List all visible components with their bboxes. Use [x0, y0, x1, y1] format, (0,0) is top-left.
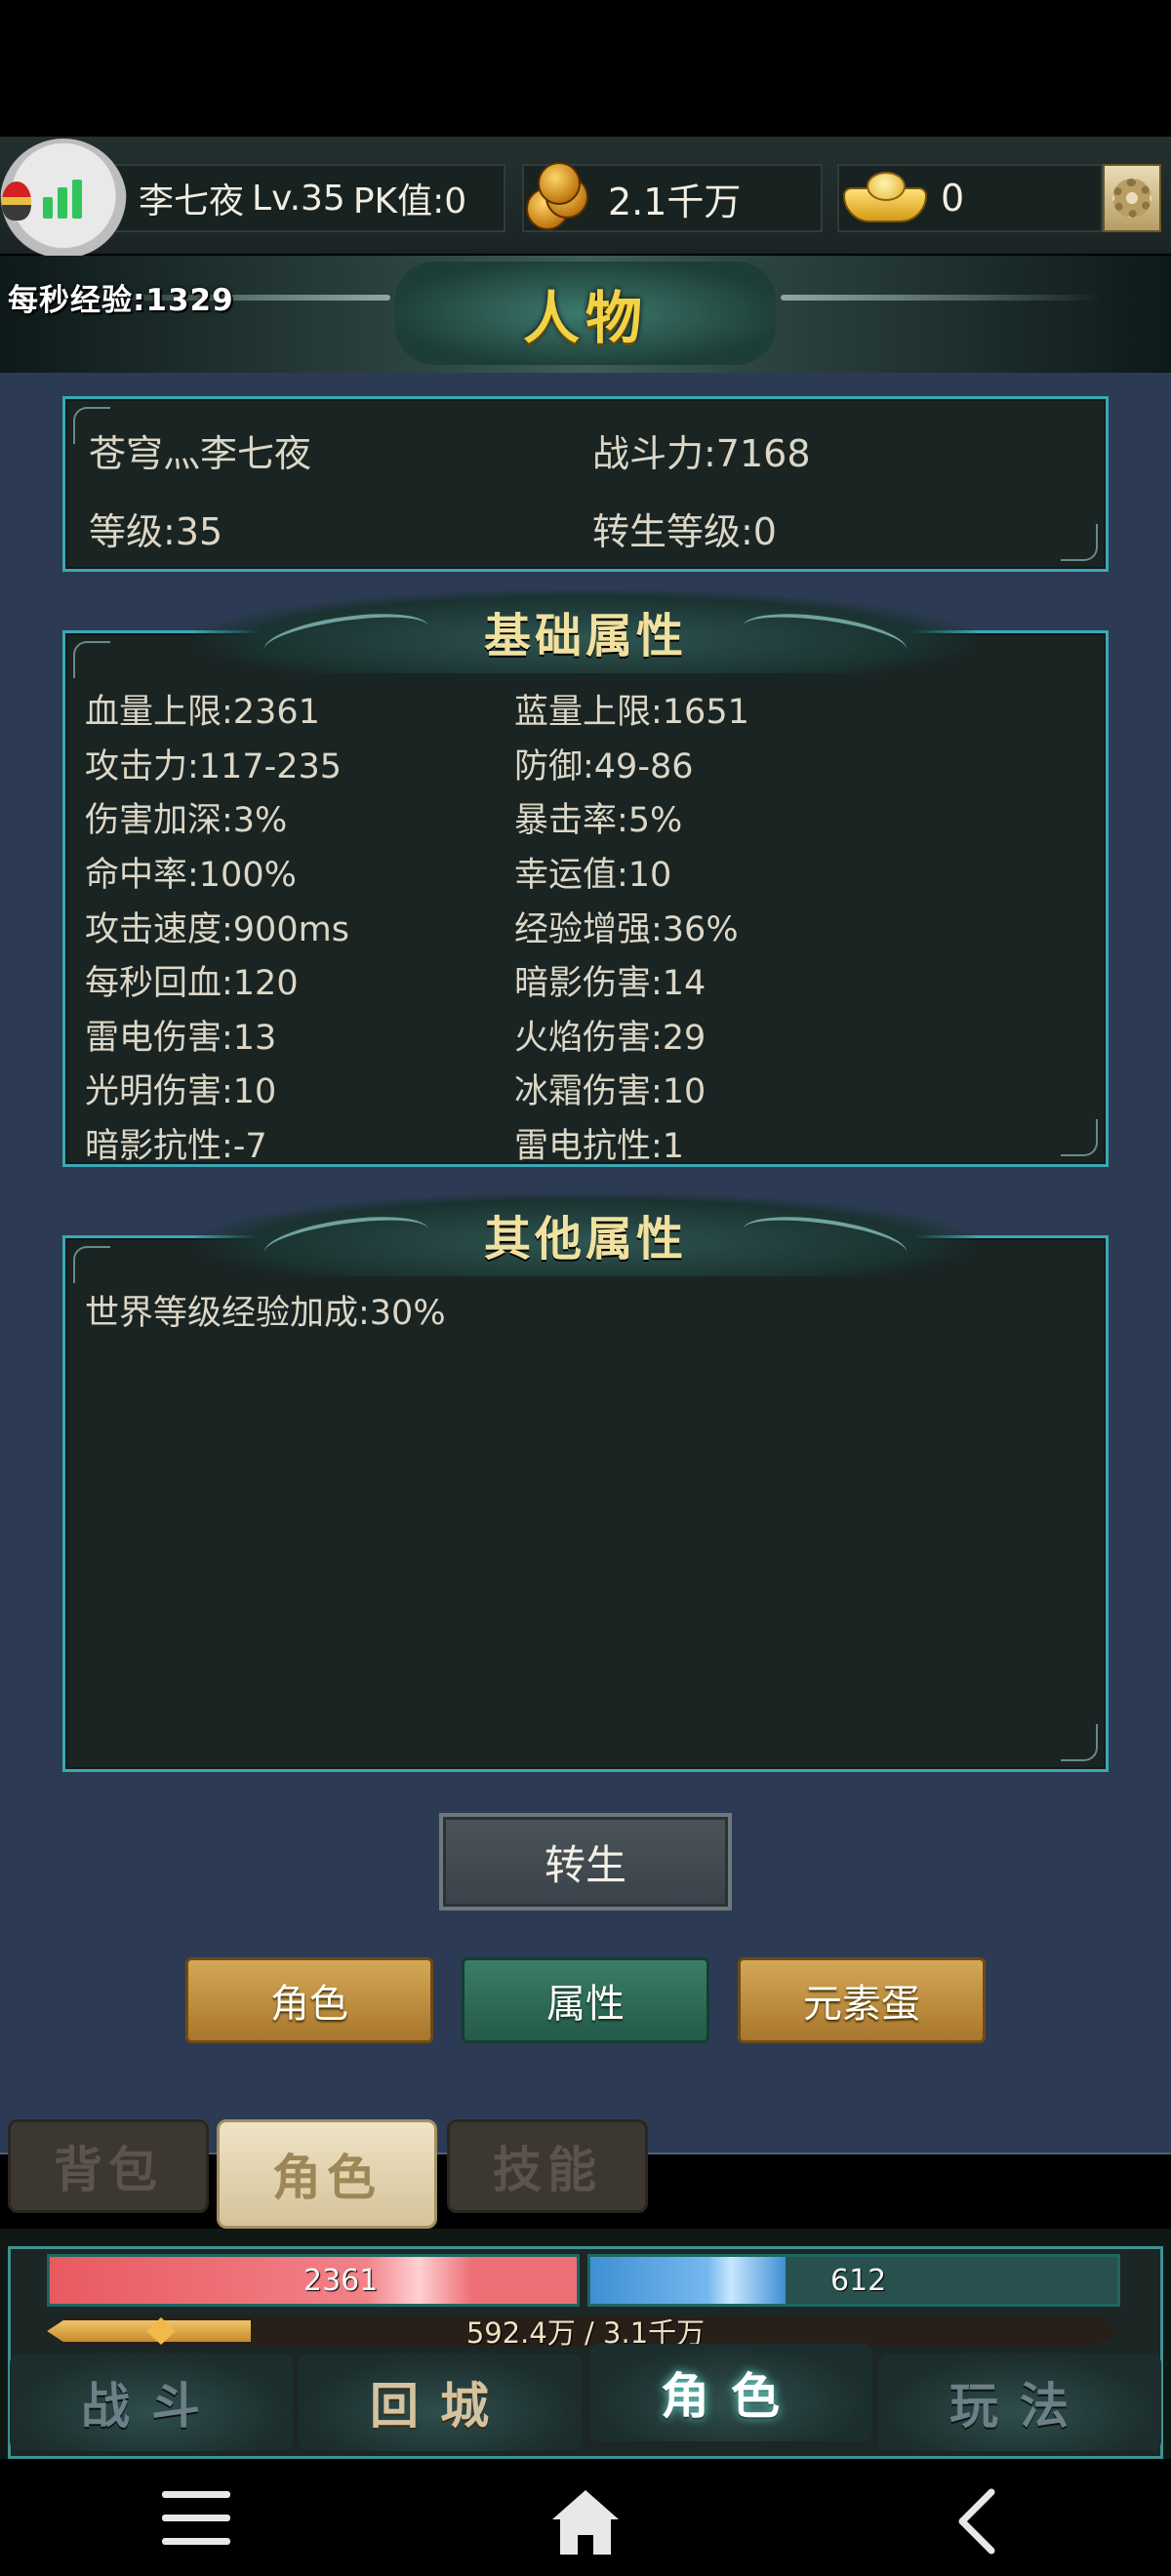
- nav-return-city[interactable]: 回城: [299, 2354, 582, 2451]
- tab-bag[interactable]: 背包: [8, 2119, 209, 2213]
- attribute-item: 暗影伤害:14: [514, 964, 707, 1004]
- attribute-item: 命中率:100%: [85, 856, 297, 896]
- menu-icon[interactable]: [162, 2491, 230, 2546]
- nav-character[interactable]: 角色: [589, 2344, 872, 2441]
- character-level: 等级:35: [89, 509, 223, 553]
- hp-value: 2361: [303, 2263, 379, 2298]
- attribute-item: 攻击速度:900ms: [85, 909, 349, 949]
- gold-currency[interactable]: 2.1千万: [522, 162, 823, 232]
- rebirth-level: 转生等级:0: [592, 509, 777, 553]
- other-attributes-frame[interactable]: 世界等级经验加成:30%: [62, 1235, 1109, 1772]
- mp-fill: [590, 2257, 786, 2304]
- attribute-item: 雷电伤害:13: [85, 1018, 277, 1058]
- sub-tab-character[interactable]: 角色: [185, 1957, 433, 2043]
- avatar-badge-icon: [2, 181, 31, 221]
- combat-power: 战斗力:7168: [592, 431, 811, 475]
- player-info-box[interactable]: 李七夜 Lv.35 PK值:0: [90, 164, 505, 232]
- nav-gameplay[interactable]: 玩法: [878, 2354, 1161, 2451]
- sub-tab-attributes[interactable]: 属性: [462, 1957, 709, 2043]
- exp-value: 592.4万 / 3.1千万: [465, 2316, 706, 2350]
- back-icon[interactable]: [949, 2486, 1007, 2556]
- attribute-item: 光明伤害:10: [85, 1072, 277, 1112]
- tab-character[interactable]: 角色: [217, 2119, 437, 2229]
- attribute-item: 暗影抗性:-7: [85, 1127, 267, 1167]
- basic-attributes-title: 基础属性: [483, 609, 687, 664]
- attribute-item: 雷电抗性:1: [514, 1127, 685, 1167]
- page-title-plate: 人物: [395, 262, 776, 365]
- settings-button[interactable]: [1103, 164, 1161, 232]
- mp-value: 612: [830, 2263, 887, 2298]
- attribute-item: 火焰伤害:29: [514, 1018, 707, 1058]
- attribute-item: 血量上限:2361: [85, 693, 320, 733]
- other-attributes-list: 世界等级经验加成:30%: [85, 1285, 446, 1335]
- gear-icon: [1112, 179, 1151, 218]
- tab-skills[interactable]: 技能: [447, 2119, 648, 2213]
- player-name: 李七夜: [139, 181, 245, 221]
- sub-tab-element-egg[interactable]: 元素蛋: [738, 1957, 986, 2043]
- other-attributes-title: 其他属性: [483, 1212, 687, 1267]
- basic-attributes-header: 基础属性: [195, 589, 976, 673]
- nav-battle[interactable]: 战斗: [10, 2354, 293, 2451]
- attribute-item: 经验增强:36%: [514, 909, 739, 949]
- exp-per-second: 每秒经验:1329: [8, 283, 234, 318]
- mp-bar: 612: [587, 2254, 1120, 2307]
- gold-coin-icon: [520, 158, 600, 238]
- attribute-item: 防御:49-86: [514, 746, 694, 786]
- attribute-item: 冰霜伤害:10: [514, 1072, 707, 1112]
- stats-chart-icon: [43, 180, 86, 219]
- ingot-currency[interactable]: 0: [837, 164, 1103, 232]
- rebirth-button[interactable]: 转生: [439, 1813, 732, 1911]
- character-info-frame: 苍穹灬李七夜 战斗力:7168 等级:35 转生等级:0: [62, 396, 1109, 572]
- other-attributes-header: 其他属性: [195, 1192, 976, 1276]
- attribute-item: 攻击力:117-235: [85, 746, 343, 786]
- ingot-value: 0: [941, 177, 965, 220]
- gold-ingot-icon: [839, 164, 933, 232]
- page-title: 人物: [522, 285, 648, 351]
- attribute-item: 伤害加深:3%: [85, 801, 288, 841]
- hp-bar: 2361: [47, 2254, 580, 2307]
- attribute-item: 暴击率:5%: [514, 801, 683, 841]
- character-name: 苍穹灬李七夜: [89, 431, 312, 475]
- attribute-item: 每秒回血:120: [85, 964, 299, 1004]
- home-icon[interactable]: [550, 2486, 621, 2556]
- attribute-item: 蓝量上限:1651: [514, 693, 749, 733]
- attribute-item: 世界等级经验加成:30%: [85, 1294, 446, 1333]
- gold-value: 2.1千万: [608, 180, 742, 223]
- basic-attributes-list: 血量上限:2361 蓝量上限:1651 攻击力:117-235 防御:49-86 伤害加…: [85, 682, 1100, 1170]
- player-level: Lv.35: [252, 178, 345, 219]
- attribute-item: 幸运值:10: [514, 856, 672, 896]
- avatar[interactable]: [0, 139, 127, 265]
- basic-attributes-frame: 血量上限:2361 蓝量上限:1651 攻击力:117-235 防御:49-86 伤害加…: [62, 630, 1109, 1167]
- pk-value: PK值:0: [352, 181, 467, 221]
